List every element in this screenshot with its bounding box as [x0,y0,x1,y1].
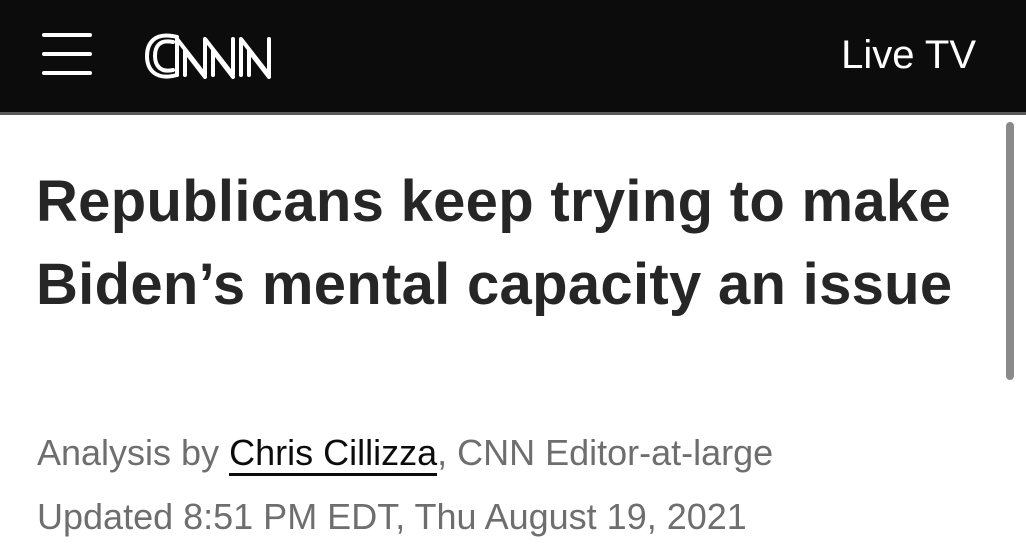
byline-suffix: , CNN Editor-at-large [437,432,774,473]
author-link[interactable]: Chris Cillizza [229,432,438,476]
top-navigation-bar: Live TV [0,0,1026,112]
hamburger-menu-icon[interactable] [42,33,94,75]
live-tv-link[interactable]: Live TV [841,32,976,78]
cnn-logo[interactable] [143,25,275,87]
byline: Analysis by Chris Cillizza, CNN Editor-a… [37,430,773,476]
article-headline: Republicans keep trying to make Biden’s … [36,169,953,317]
byline-prefix: Analysis by [37,432,230,473]
scrollbar-thumb[interactable] [1006,122,1014,380]
updated-timestamp: Updated 8:51 PM EDT, Thu August 19, 2021 [37,496,747,537]
